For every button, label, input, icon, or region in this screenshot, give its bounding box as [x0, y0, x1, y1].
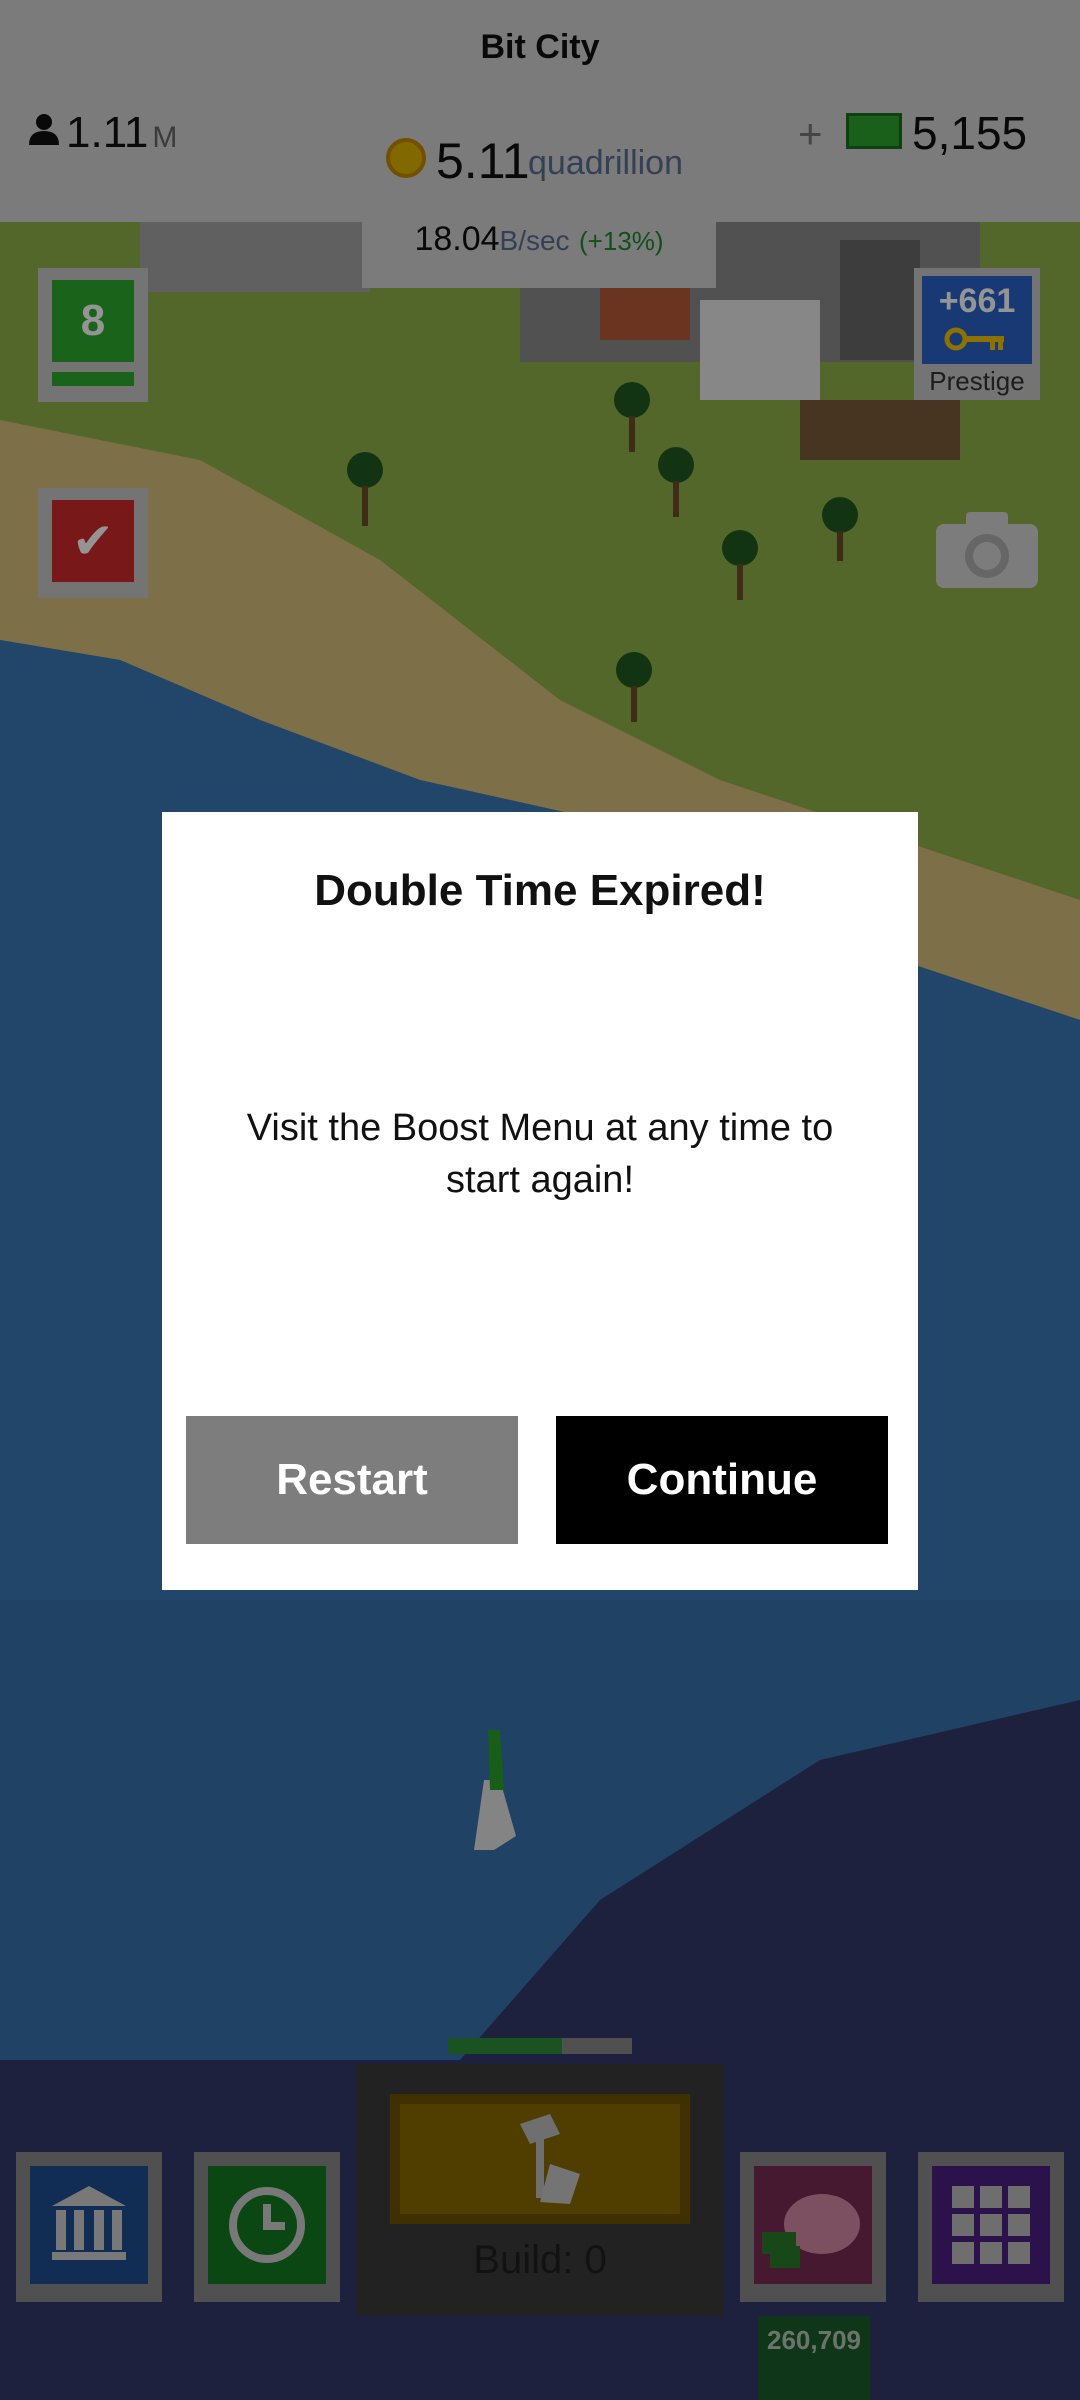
- continue-button[interactable]: Continue: [556, 1416, 888, 1544]
- double-time-expired-dialog: Double Time Expired! Visit the Boost Men…: [162, 812, 918, 1590]
- restart-button[interactable]: Restart: [186, 1416, 518, 1544]
- dialog-message: Visit the Boost Menu at any time to star…: [246, 1107, 834, 1201]
- dialog-title: Double Time Expired!: [314, 866, 766, 915]
